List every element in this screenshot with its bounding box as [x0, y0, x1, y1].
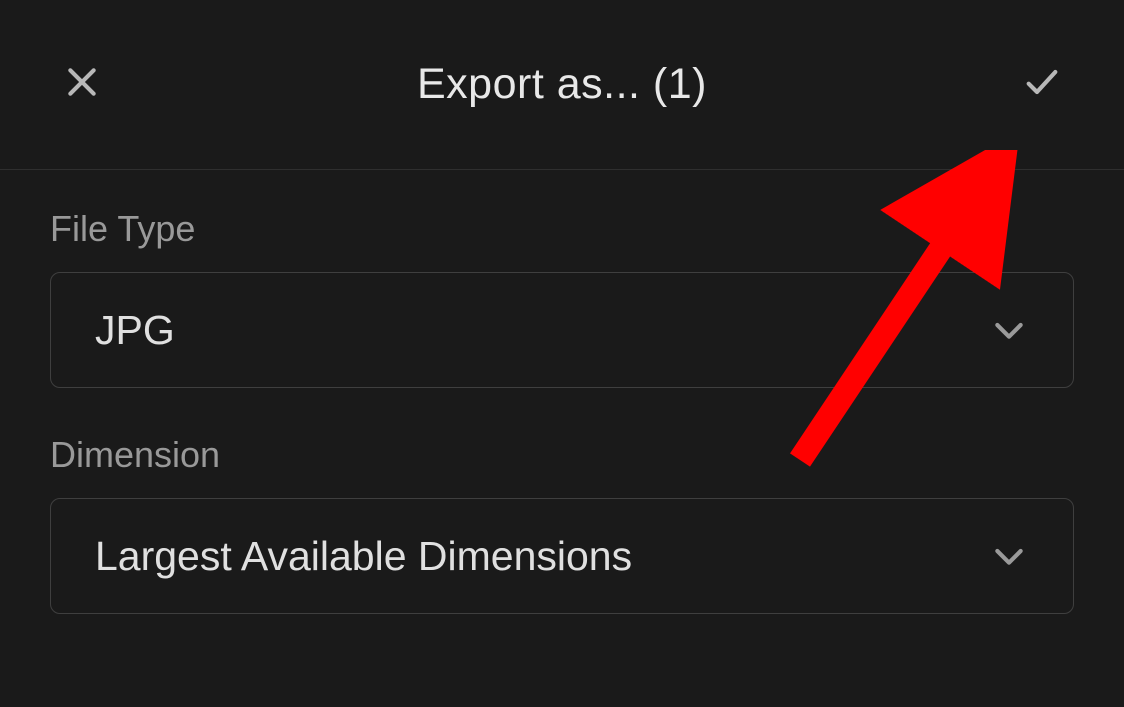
close-button[interactable]	[52, 55, 112, 115]
dimension-dropdown[interactable]: Largest Available Dimensions	[50, 498, 1074, 614]
file-type-label: File Type	[50, 208, 1074, 250]
confirm-button[interactable]	[1012, 55, 1072, 115]
close-icon	[62, 62, 102, 107]
dialog-title: Export as... (1)	[417, 60, 707, 109]
chevron-down-icon	[989, 536, 1029, 576]
dimension-label: Dimension	[50, 434, 1074, 476]
file-type-value: JPG	[95, 307, 175, 354]
dialog-header: Export as... (1)	[0, 0, 1124, 170]
file-type-dropdown[interactable]: JPG	[50, 272, 1074, 388]
checkmark-icon	[1022, 62, 1062, 107]
dialog-content: File Type JPG Dimension Largest Availabl…	[0, 170, 1124, 614]
chevron-down-icon	[989, 310, 1029, 350]
dimension-value: Largest Available Dimensions	[95, 533, 632, 580]
